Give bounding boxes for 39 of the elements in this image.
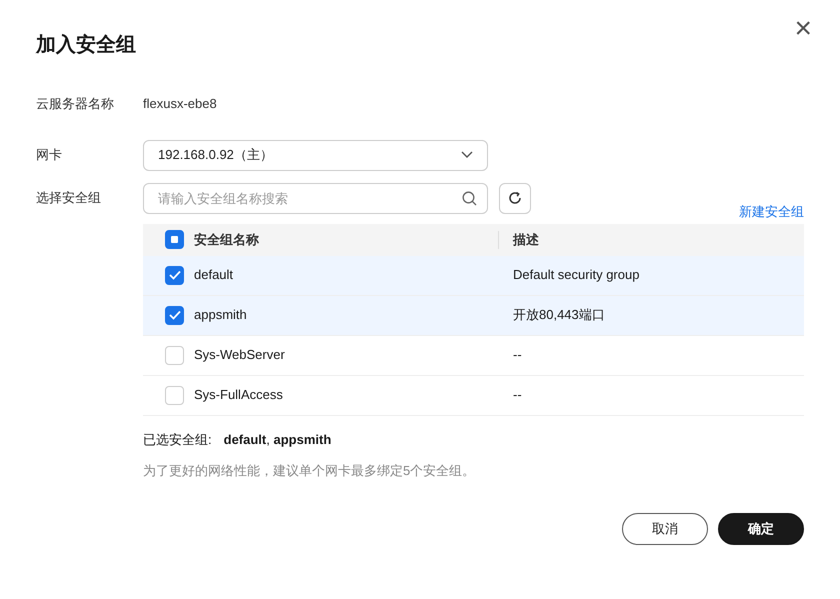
create-security-group-link[interactable]: 新建安全组: [739, 202, 804, 222]
table-cell-text: Sys-WebServer: [194, 346, 285, 364]
cancel-button[interactable]: 取消: [622, 512, 708, 544]
refresh-button[interactable]: [499, 182, 531, 214]
selected-groups: default, appsmith: [224, 430, 332, 449]
table-cell: --: [513, 387, 522, 402]
check-icon: [168, 310, 180, 320]
table-row[interactable]: Sys-FullAccess --: [143, 376, 804, 416]
check-icon: [168, 270, 180, 280]
field-label: 选择安全组: [36, 189, 102, 208]
checkbox[interactable]: [165, 266, 184, 284]
checkbox[interactable]: [165, 346, 184, 364]
close-button[interactable]: ×: [790, 14, 816, 44]
table-row[interactable]: Sys-WebServer --: [143, 336, 804, 376]
search-icon: [462, 190, 477, 206]
server-name: flexusx-ebe8: [143, 95, 217, 113]
checkbox[interactable]: [165, 230, 184, 249]
field-label: 网卡: [36, 146, 63, 164]
hint-text: 为了更好的网络性能，建议单个网卡最多绑定5个安全组。: [143, 462, 476, 480]
refresh-icon: [507, 190, 523, 206]
table-row[interactable]: default Default security group: [143, 256, 804, 296]
column-header: 描述: [513, 230, 539, 249]
confirm-button[interactable]: 确定: [718, 512, 804, 544]
table-cell-text: Sys-FullAccess: [194, 386, 283, 404]
table-cell-text: appsmith: [194, 306, 247, 324]
table-cell-text: default: [194, 266, 234, 284]
table-cell: Default security group: [513, 267, 640, 282]
field-label: 云服务器名称: [36, 95, 115, 113]
table-row[interactable]: appsmith 开放80,443端口: [143, 296, 804, 336]
summary-label: 已选安全组:: [143, 430, 212, 448]
column-header: 安全组名称: [194, 230, 259, 249]
checkbox[interactable]: [165, 306, 184, 324]
checkbox[interactable]: [165, 386, 184, 404]
search-field[interactable]: 请输入安全组名称搜索: [143, 182, 488, 214]
table-cell: 开放80,443端口: [513, 307, 605, 322]
dialog-title: 加入安全组: [36, 32, 137, 58]
chevron-down-icon: [461, 151, 473, 159]
nic-dropdown[interactable]: 192.168.0.92（主）: [143, 140, 488, 170]
table-cell: --: [513, 347, 522, 362]
